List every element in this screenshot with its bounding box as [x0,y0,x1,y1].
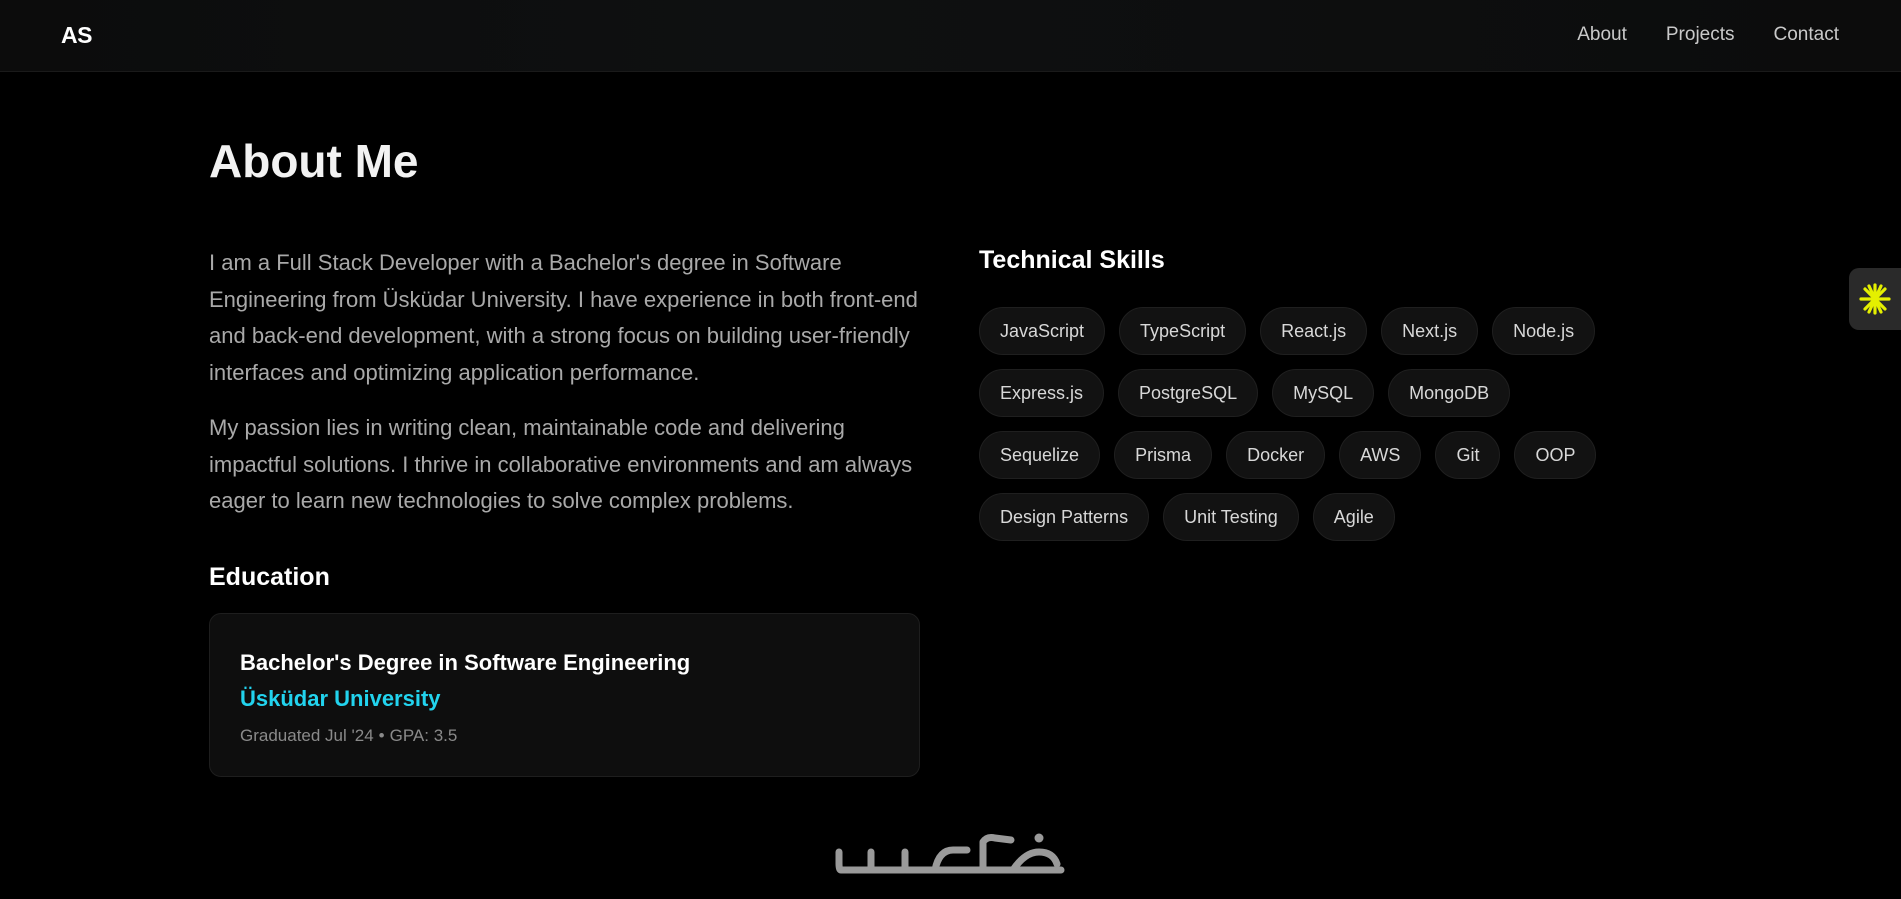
nav-links: About Projects Contact [1577,24,1839,46]
school-name: Üsküdar University [240,686,441,711]
skill-chip[interactable]: Design Patterns [979,493,1150,541]
graduation-date: Graduated Jul '24 [240,726,374,745]
skill-chip[interactable]: Prisma [1114,431,1213,479]
nav-link-projects[interactable]: Projects [1666,24,1735,46]
skill-chip[interactable]: MySQL [1272,369,1375,417]
education-card: Bachelor's Degree in Software Engineerin… [209,613,920,777]
skills-list: JavaScript TypeScript React.js Next.js N… [979,307,1639,541]
page-title: About Me [209,135,419,187]
skill-chip[interactable]: Node.js [1492,307,1596,355]
site-logo[interactable]: AS [61,22,92,49]
about-paragraph: My passion lies in writing clean, mainta… [209,415,913,513]
skill-chip[interactable]: Git [1435,431,1501,479]
skill-chip[interactable]: Agile [1312,493,1395,541]
side-widget-button[interactable] [1849,268,1901,330]
education-meta: Graduated Jul '24 • GPA: 3.5 [240,726,889,746]
arabic-logo-watermark [835,828,1067,889]
nav-link-about[interactable]: About [1577,24,1627,46]
skill-chip[interactable]: React.js [1260,307,1368,355]
education-heading: Education [209,563,330,591]
skill-chip[interactable]: JavaScript [979,307,1106,355]
skill-chip[interactable]: Express.js [979,369,1105,417]
skill-chip[interactable]: OOP [1514,431,1597,479]
meta-separator: • [378,726,385,745]
navbar: AS About Projects Contact [0,0,1901,72]
skills-heading: Technical Skills [979,246,1165,274]
skill-chip[interactable]: TypeScript [1119,307,1247,355]
skill-chip[interactable]: Unit Testing [1163,493,1299,541]
skill-chip[interactable]: Docker [1226,431,1326,479]
skill-chip[interactable]: Next.js [1381,307,1479,355]
gpa: GPA: 3.5 [389,726,458,745]
skill-chip[interactable]: PostgreSQL [1118,369,1259,417]
page: AS About Projects Contact About Me I am … [0,0,1901,899]
skill-chip[interactable]: Sequelize [979,431,1101,479]
asterisk-icon [1859,283,1891,315]
nav-link-contact[interactable]: Contact [1774,24,1839,46]
about-section: I am a Full Stack Developer with a Bache… [209,245,929,539]
about-paragraph: I am a Full Stack Developer with a Bache… [209,250,918,385]
degree-title: Bachelor's Degree in Software Engineerin… [240,650,691,675]
skill-chip[interactable]: MongoDB [1388,369,1511,417]
skill-chip[interactable]: AWS [1339,431,1422,479]
